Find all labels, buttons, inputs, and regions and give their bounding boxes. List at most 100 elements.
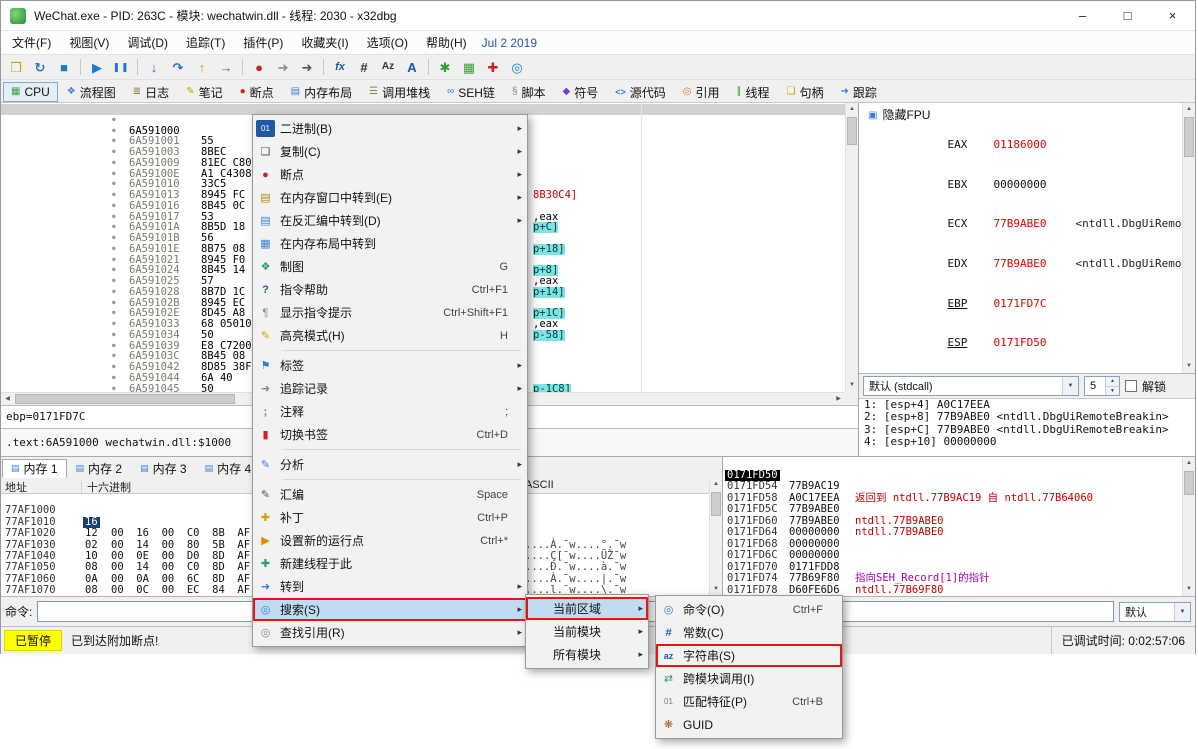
argument-count-spinner[interactable]: 5 ▲ ▼ bbox=[1084, 376, 1120, 396]
breakpoint-icon[interactable]: ● bbox=[247, 56, 271, 78]
memory-icon[interactable]: ▦ bbox=[457, 56, 481, 78]
view-tab[interactable]: ◆ 符号 bbox=[555, 82, 607, 102]
chevron-down-icon[interactable]: ▼ bbox=[1062, 377, 1078, 395]
view-tab[interactable]: ◎ 引用 bbox=[675, 82, 728, 102]
scroll-up-arrow[interactable]: ▲ bbox=[710, 478, 722, 491]
submenu-item[interactable]: 当前区域 bbox=[526, 597, 648, 620]
register-row[interactable]: EBX00000000 bbox=[868, 165, 1182, 205]
ascii-column-header[interactable]: ASCII bbox=[525, 479, 554, 491]
context-menu-item[interactable]: ❖ 制图 G bbox=[253, 255, 527, 278]
context-menu-item[interactable]: ▤ 在内存窗口中转到(E) bbox=[253, 186, 527, 209]
dump-tab[interactable]: ▤ 内存 2 bbox=[67, 459, 132, 478]
submenu-item[interactable]: # 常数(C) bbox=[656, 621, 842, 644]
fx-icon[interactable]: fx bbox=[328, 56, 352, 78]
toolbar-separator[interactable] bbox=[76, 56, 85, 78]
step-over-icon[interactable]: ↷ bbox=[166, 56, 190, 78]
stack-row[interactable]: 0171FD58 77B9ABE0 ntdll.77B9ABE0 bbox=[723, 481, 1182, 493]
stack-row[interactable]: 0171FD70 77B69F80 ntdll.77B69F80 bbox=[723, 550, 1182, 562]
view-tab[interactable]: ▤ 内存布局 bbox=[283, 82, 360, 102]
context-menu-item[interactable]: ▤ 在反汇编中转到(D) bbox=[253, 209, 527, 232]
run-until-return-icon[interactable]: → bbox=[214, 56, 238, 78]
scroll-up-arrow[interactable]: ▲ bbox=[846, 103, 858, 116]
context-menu-item[interactable]: ? 指令帮助 Ctrl+F1 bbox=[253, 278, 527, 301]
step-into-icon[interactable]: ↓ bbox=[142, 56, 166, 78]
view-tab[interactable]: ☰ 调用堆栈 bbox=[361, 82, 438, 102]
view-tab[interactable]: ➜ 跟踪 bbox=[833, 82, 885, 102]
context-menu-item[interactable]: ● 断点 bbox=[253, 163, 527, 186]
context-menu-item[interactable]: ▶ 设置新的运行点 Ctrl+* bbox=[253, 529, 527, 552]
view-tab[interactable]: ✎ 笔记 bbox=[178, 82, 230, 102]
minimize-button[interactable]: – bbox=[1060, 1, 1105, 31]
register-row[interactable]: ECX77B9ABE0<ntdll.DbgUiRemoteBreakin> bbox=[868, 204, 1182, 244]
context-menu-item[interactable]: ◎ 搜索(S) bbox=[253, 598, 527, 621]
stack-row[interactable]: 0171FD50 77B9AC19 返回到 ntdll.77B9AC19 自 n… bbox=[723, 458, 1182, 470]
view-tab[interactable]: ≣ 日志 bbox=[125, 82, 177, 102]
scrollbar-thumb[interactable] bbox=[15, 394, 235, 404]
scroll-down-arrow[interactable]: ▼ bbox=[846, 379, 858, 392]
submenu-item[interactable]: ❋ GUID bbox=[656, 713, 842, 736]
toolbar-separator[interactable] bbox=[238, 56, 247, 78]
context-menu-item[interactable]: 01 二进制(B) bbox=[253, 117, 527, 140]
spinner-down-icon[interactable]: ▼ bbox=[1105, 386, 1119, 395]
stack-row[interactable]: 0171FD60 00000000 bbox=[723, 504, 1182, 516]
calling-convention-dropdown[interactable]: 默认 (stdcall) ▼ bbox=[863, 376, 1079, 396]
toolbar-separator[interactable] bbox=[424, 56, 433, 78]
context-menu-item[interactable]: ▦ 在内存布局中转到 bbox=[253, 232, 527, 255]
scrollbar-thumb[interactable] bbox=[1184, 117, 1194, 157]
menu-bar-item[interactable]: 追踪(T) bbox=[177, 31, 234, 54]
registers-scrollbar[interactable]: ▲ ▼ bbox=[1182, 103, 1195, 373]
patch-icon[interactable]: ✚ bbox=[481, 56, 505, 78]
submenu-item[interactable]: ◎ 命令(O) Ctrl+F bbox=[656, 598, 842, 621]
title-bar[interactable]: WeChat.exe - PID: 263C - 模块: wechatwin.d… bbox=[1, 1, 1195, 31]
menu-bar-item[interactable]: 文件(F) bbox=[3, 31, 60, 54]
open-file-icon[interactable]: ❒ bbox=[4, 56, 28, 78]
menu-bar-item[interactable]: 选项(O) bbox=[358, 31, 417, 54]
hash-icon[interactable]: # bbox=[352, 56, 376, 78]
scroll-left-arrow[interactable]: ◀ bbox=[1, 393, 14, 405]
refresh-icon[interactable]: ✱ bbox=[433, 56, 457, 78]
submenu-item[interactable]: az 字符串(S) bbox=[656, 644, 842, 667]
stop-icon[interactable]: ■ bbox=[52, 56, 76, 78]
stack-row[interactable]: 0171FD74 D60FE6D6 bbox=[723, 562, 1182, 574]
close-button[interactable]: × bbox=[1150, 1, 1195, 31]
context-menu-item[interactable]: ✚ 补丁 Ctrl+P bbox=[253, 506, 527, 529]
stack-row[interactable]: 0171FD6C 0171FDD8 指向SEH_Record[1]的指针 bbox=[723, 539, 1182, 551]
disasm-vertical-scrollbar[interactable]: ▲ ▼ bbox=[845, 103, 858, 392]
spinner-up-icon[interactable]: ▲ bbox=[1105, 377, 1119, 386]
stack-row[interactable]: 0171FD64 00000000 bbox=[723, 516, 1182, 528]
register-row[interactable]: EDX77B9ABE0<ntdll.DbgUiRemoteBreakin> bbox=[868, 244, 1182, 284]
submenu-item[interactable]: 当前模块 bbox=[526, 620, 648, 643]
step-out-icon[interactable]: ↑ bbox=[190, 56, 214, 78]
restart-icon[interactable]: ↻ bbox=[28, 56, 52, 78]
scroll-up-arrow[interactable]: ▲ bbox=[1183, 457, 1195, 470]
call-argument-row[interactable]: 4: [esp+10] 00000000 bbox=[859, 436, 1195, 448]
dump-scrollbar[interactable]: ▲ ▼ bbox=[709, 478, 722, 596]
toolbar-separator[interactable] bbox=[133, 56, 142, 78]
scrollbar-thumb[interactable] bbox=[711, 492, 721, 516]
context-menu-item[interactable]: ✎ 高亮模式(H) H bbox=[253, 324, 527, 347]
register-row[interactable]: EAX01186000 bbox=[868, 125, 1182, 165]
context-menu-item[interactable]: ✎ 分析 bbox=[253, 453, 527, 476]
font-icon[interactable]: A bbox=[400, 56, 424, 78]
context-menu-item[interactable]: ¶ 显示指令提示 Ctrl+Shift+F1 bbox=[253, 301, 527, 324]
menu-bar-item[interactable]: 帮助(H) bbox=[417, 31, 476, 54]
stack-row[interactable]: 0171FD78 00000000 bbox=[723, 573, 1182, 585]
scroll-right-arrow[interactable]: ▶ bbox=[832, 393, 845, 405]
view-tab[interactable]: § 脚本 bbox=[504, 82, 554, 102]
view-tab[interactable]: ∥ 线程 bbox=[729, 82, 778, 102]
dump-tab[interactable]: ▤ 内存 1 bbox=[2, 459, 67, 478]
maximize-button[interactable]: □ bbox=[1105, 1, 1150, 31]
call-argument-row[interactable]: 2: [esp+8] 77B9ABE0 <ntdll.DbgUiRemoteBr… bbox=[859, 411, 1195, 423]
submenu-item[interactable]: ⇄ 跨模块调用(I) bbox=[656, 667, 842, 690]
view-tab[interactable]: ▦ CPU bbox=[3, 82, 58, 102]
dump-tab[interactable]: ▤ 内存 4 bbox=[196, 459, 261, 478]
menu-bar-item[interactable]: 调试(D) bbox=[118, 31, 177, 54]
trace-into-icon[interactable]: ➜ bbox=[271, 56, 295, 78]
scroll-down-arrow[interactable]: ▼ bbox=[1183, 583, 1195, 596]
run-icon[interactable]: ▶ bbox=[85, 56, 109, 78]
context-menu-item[interactable]: ; 注释 ; bbox=[253, 400, 527, 423]
scrollbar-thumb[interactable] bbox=[847, 117, 857, 145]
dump-tab[interactable]: ▤ 内存 3 bbox=[131, 459, 196, 478]
context-menu-item[interactable]: ◎ 查找引用(R) bbox=[253, 621, 527, 644]
address-column-header[interactable]: 地址 bbox=[5, 479, 27, 495]
